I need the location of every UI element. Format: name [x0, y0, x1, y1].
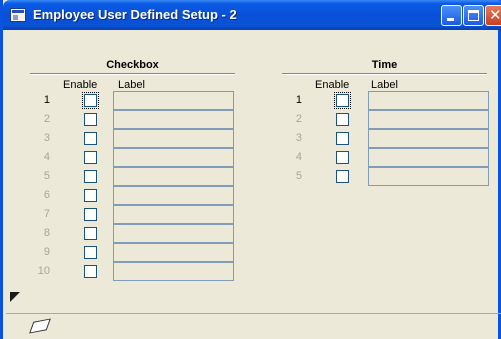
time-enable-checkbox[interactable]: [336, 132, 349, 145]
checkbox-row-number: 4: [43, 151, 50, 163]
checkbox-row: 4: [36, 148, 234, 167]
checkbox-enable-header: Enable: [63, 79, 98, 91]
time-row-number: 5: [295, 170, 302, 182]
minimize-button[interactable]: [441, 5, 462, 26]
time-enable-checkbox[interactable]: [336, 151, 349, 164]
checkbox-row: 3: [36, 129, 234, 148]
checkbox-enable-checkbox[interactable]: [84, 132, 97, 145]
time-group-title: Time: [371, 59, 398, 71]
status-divider: [6, 313, 501, 314]
time-row-number: 2: [295, 113, 302, 125]
checkbox-enable-checkbox[interactable]: [82, 92, 99, 109]
maximize-icon: [468, 10, 479, 21]
time-enable-checkbox[interactable]: [336, 113, 349, 126]
close-icon: ✕: [489, 7, 501, 24]
checkbox-enable-checkbox[interactable]: [84, 151, 97, 164]
content-area: Checkbox Enable Label 1 2 3 4 5 6 7 8 9 10 Time E…: [6, 30, 501, 339]
time-label-header: Label: [371, 79, 398, 91]
checkbox-label-field[interactable]: [113, 186, 234, 205]
checkbox-row: 2: [36, 110, 234, 129]
time-row: 5: [288, 167, 489, 186]
checkbox-label-field[interactable]: [113, 167, 234, 186]
checkbox-row: 9: [36, 243, 234, 262]
time-group-divider: [282, 73, 487, 75]
checkbox-label-field[interactable]: [113, 205, 234, 224]
checkbox-row: 10: [36, 262, 234, 281]
title-bar[interactable]: Employee User Defined Setup - 2 ✕: [3, 0, 501, 30]
time-label-field[interactable]: [368, 110, 489, 129]
checkbox-row-number: 8: [43, 227, 50, 239]
checkbox-group-title: Checkbox: [106, 59, 159, 71]
checkbox-label-header: Label: [118, 79, 145, 91]
checkbox-row: 1: [36, 91, 234, 110]
checkbox-enable-checkbox[interactable]: [84, 265, 97, 278]
checkbox-label-field[interactable]: [113, 262, 234, 281]
checkbox-enable-checkbox[interactable]: [84, 208, 97, 221]
checkbox-label-field[interactable]: [113, 110, 234, 129]
eraser-icon[interactable]: [29, 318, 51, 334]
time-enable-checkbox[interactable]: [334, 92, 351, 109]
checkbox-enable-checkbox[interactable]: [84, 189, 97, 202]
corner-marker-icon: [10, 292, 20, 302]
checkbox-label-field[interactable]: [113, 91, 234, 110]
close-button[interactable]: ✕: [485, 5, 501, 26]
maximize-button[interactable]: [463, 5, 484, 26]
checkbox-row: 5: [36, 167, 234, 186]
checkbox-enable-checkbox[interactable]: [84, 170, 97, 183]
time-label-field[interactable]: [368, 167, 489, 186]
time-enable-checkbox[interactable]: [336, 170, 349, 183]
checkbox-enable-checkbox[interactable]: [84, 227, 97, 240]
checkbox-label-field[interactable]: [113, 148, 234, 167]
time-row: 4: [288, 148, 489, 167]
checkbox-row-number: 10: [37, 265, 50, 277]
time-label-field[interactable]: [368, 91, 489, 110]
window-title: Employee User Defined Setup - 2: [33, 7, 237, 22]
checkbox-row: 7: [36, 205, 234, 224]
time-row: 2: [288, 110, 489, 129]
checkbox-row-number: 5: [43, 170, 50, 182]
checkbox-label-field[interactable]: [113, 243, 234, 262]
minimize-icon: [447, 18, 454, 21]
checkbox-label-field[interactable]: [113, 129, 234, 148]
time-row: 3: [288, 129, 489, 148]
checkbox-group-divider: [30, 73, 235, 75]
time-label-field[interactable]: [368, 129, 489, 148]
checkbox-enable-checkbox[interactable]: [84, 113, 97, 126]
time-row-number: 1: [295, 94, 302, 106]
time-row-number: 4: [295, 151, 302, 163]
checkbox-row-number: 9: [43, 246, 50, 258]
checkbox-row-number: 6: [43, 189, 50, 201]
checkbox-row-number: 3: [43, 132, 50, 144]
time-label-field[interactable]: [368, 148, 489, 167]
setup-window: Employee User Defined Setup - 2 ✕ Checkb…: [0, 0, 501, 339]
checkbox-row-number: 7: [43, 208, 50, 220]
checkbox-row-number: 2: [43, 113, 50, 125]
checkbox-row-number: 1: [43, 94, 50, 106]
time-row: 1: [288, 91, 489, 110]
time-enable-header: Enable: [315, 79, 350, 91]
checkbox-enable-checkbox[interactable]: [84, 246, 97, 259]
checkbox-label-field[interactable]: [113, 224, 234, 243]
checkbox-row: 6: [36, 186, 234, 205]
checkbox-row: 8: [36, 224, 234, 243]
time-row-number: 3: [295, 132, 302, 144]
window-app-icon[interactable]: [10, 8, 26, 22]
